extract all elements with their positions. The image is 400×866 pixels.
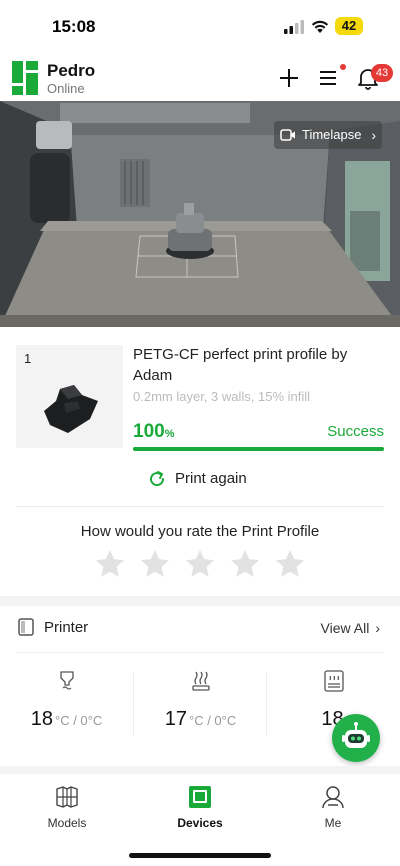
device-status: Online [47,81,85,96]
notification-count-badge: 43 [371,64,393,82]
camera-view[interactable]: Timelapse › [0,101,400,327]
temp-current: 18 [30,708,53,730]
assistant-robot-button[interactable] [332,714,380,762]
view-all-link[interactable]: View All › [321,620,380,636]
nav-label: Devices [177,816,223,830]
nozzle-icon [60,671,74,690]
heatbed-icon [192,671,210,691]
chevron-right-icon: › [371,127,376,143]
app-header: Pedro Online 43 [0,55,400,101]
progress-percent: 100% [133,421,174,443]
home-indicator [129,853,271,858]
nav-models[interactable]: Models [17,784,117,834]
star-icon[interactable] [139,548,171,580]
print-job-card: 1 PETG-CF perfect print profile by Adam … [0,327,400,507]
star-icon[interactable] [94,548,126,580]
bambu-logo-icon [12,61,38,95]
temp-unit: °C / 0°C [189,713,237,728]
chevron-right-icon: › [375,620,380,636]
plate-number: 1 [24,351,32,366]
nav-me[interactable]: Me [283,784,383,834]
refresh-icon [150,471,165,487]
star-icon[interactable] [229,548,261,580]
models-icon [56,786,78,808]
print-job-settings: 0.2mm layer, 3 walls, 15% infill [133,389,311,404]
profile-icon [322,786,344,809]
status-time: 15:08 [52,17,96,36]
print-job-title: PETG-CF perfect print profile by Adam [133,346,348,384]
view-all-label: View All [320,620,370,636]
printer-document-icon [18,618,34,636]
print-again-button[interactable]: Print again [148,467,247,491]
device-name[interactable]: Pedro [47,61,95,81]
timelapse-button[interactable]: Timelapse › [274,121,382,149]
printer-section-title: Printer [44,619,89,636]
menu-alert-dot [340,64,346,70]
star-icon[interactable] [184,548,216,580]
temp-current: 17 [164,708,187,730]
progress-bar [133,447,384,451]
nozzle-temperature[interactable]: 18 °C / 0°C [0,670,133,740]
section-separator [0,766,400,774]
wifi-icon [311,20,329,33]
section-separator [0,596,400,606]
status-bar: 15:08 42 [0,0,400,52]
signal-icon [284,20,304,34]
divider [16,652,384,653]
rating-question: How would you rate the Print Profile [80,523,320,540]
divider [16,506,384,507]
temperature-value: 17 °C / 0°C [134,708,267,731]
progress-unit: % [164,428,175,440]
temp-unit: °C / 0°C [55,713,103,728]
video-camera-icon [280,129,295,141]
print-again-label: Print again [175,470,247,487]
timelapse-label: Timelapse [302,127,362,142]
bed-temperature[interactable]: 17 °C / 0°C [134,670,267,740]
model-preview-image [44,385,98,433]
list-menu-icon[interactable] [316,65,342,91]
chamber-icon [324,670,344,692]
progress-bar-fill [133,447,384,451]
battery-indicator: 42 [335,17,363,35]
model-thumbnail[interactable]: 1 [16,345,123,448]
nav-devices[interactable]: Devices [150,784,250,834]
print-status: Success [327,423,384,440]
rating-stars [94,548,306,582]
add-icon[interactable] [276,65,302,91]
robot-icon [342,722,370,748]
temperature-value: 18 °C / 0°C [0,708,133,731]
nav-label: Me [324,816,342,830]
devices-icon [189,786,211,808]
nav-label: Models [47,816,87,830]
progress-value: 100 [133,421,165,442]
star-icon[interactable] [274,548,306,580]
